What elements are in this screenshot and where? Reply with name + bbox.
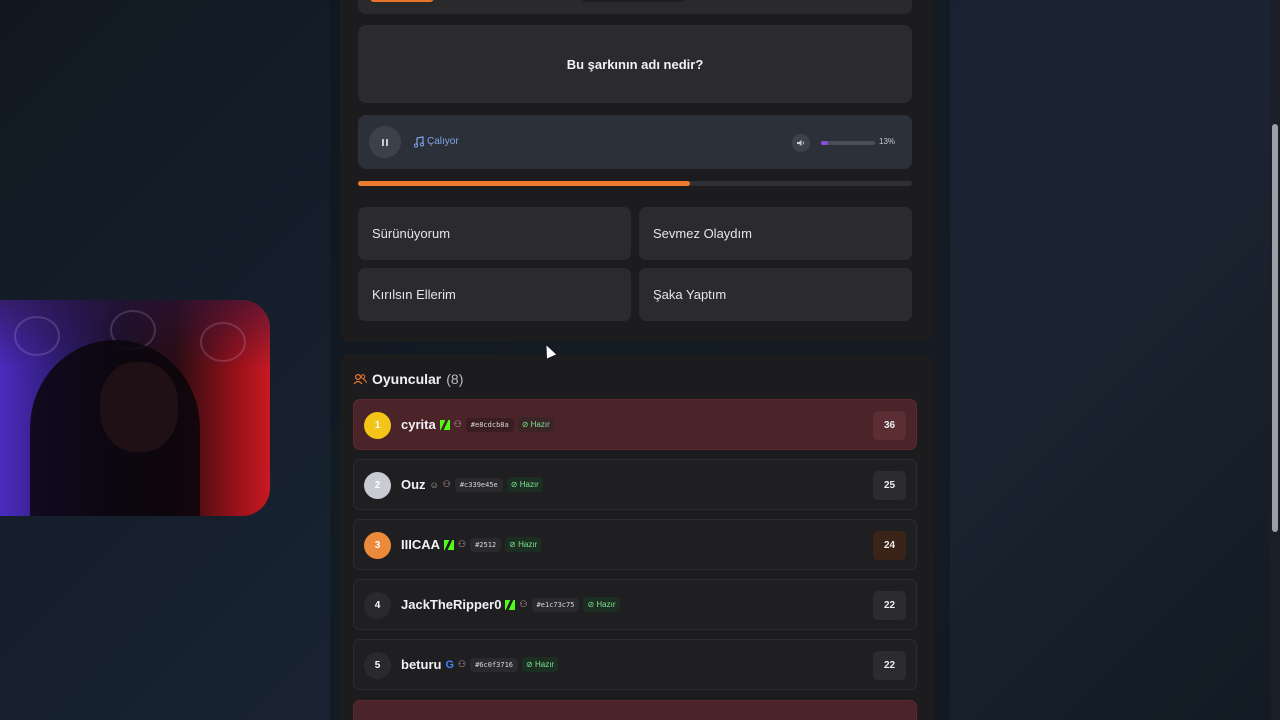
user-tag-icon: ⚇ [453,419,462,429]
question-text: Bu şarkının adı nedir? [566,56,704,72]
kick-icon [505,599,516,610]
playing-status: Çalıyor [427,136,459,147]
answer-label: Kırılsın Ellerim [372,287,456,302]
google-icon: G [445,658,455,671]
ready-badge: ⊘ Hazır [505,537,542,552]
answer-label: Sevmez Olaydım [653,226,752,241]
music-note-icon [414,136,424,148]
ready-badge: ⊘ Hazır [522,657,559,672]
answer-option-1[interactable]: Sürünüyorum [358,207,631,260]
rank-badge: 5 [364,652,391,679]
rank-badge: 1 [364,412,391,439]
answer-option-3[interactable]: Kırılsın Ellerim [358,268,631,321]
webcam-art-face [14,316,60,356]
kick-icon [444,539,454,550]
webcam-overlay [0,300,270,516]
check-circle-icon: ⊘ [509,540,519,549]
webcam-person-head [100,362,178,452]
check-circle-icon: ⊘ [526,660,535,669]
ready-label: Hazır [519,480,539,489]
player-tag: #2512 [470,537,502,552]
player-tag: #e1c73c75 [531,597,580,612]
header-accent-pill [370,0,434,2]
player-score: 24 [873,531,906,560]
players-header: Oyuncular (8) [353,371,463,387]
rank-number: 3 [374,540,381,551]
answer-option-2[interactable]: Sevmez Olaydım [639,207,912,260]
answer-label: Sürünüyorum [372,226,451,241]
player-name-group: cyrita ⚇ #e8cdcb8a ⊘ Hazır [401,417,554,432]
player-tag: #6c0f3716 [470,657,519,672]
player-row-partial [353,700,917,720]
rank-number: 2 [374,480,381,491]
song-progress-fill [358,181,691,186]
player-score: 22 [873,591,906,620]
players-title: Oyuncular [372,371,442,387]
song-progress-bar [358,181,912,186]
user-icon: ☺ [429,479,439,490]
answer-label: Şaka Yaptım [653,287,727,302]
answer-option-4[interactable]: Şaka Yaptım [639,268,912,321]
ready-label: Hazır [534,660,555,669]
header-gray-pill [582,0,684,2]
ready-badge: ⊘ Hazır [506,477,543,492]
ready-badge: ⊘ Hazır [517,417,554,432]
check-circle-icon: ⊘ [510,480,520,489]
rank-badge: 4 [364,592,391,619]
volume-percentage: 13% [879,137,896,146]
scrollbar-thumb[interactable] [1272,124,1278,532]
player-tag: #c339e45e [454,477,503,492]
check-circle-icon: ⊘ [521,420,531,429]
player-name: Ouz [401,477,426,492]
rank-badge: 2 [364,472,391,499]
player-score: 25 [873,471,906,500]
user-tag-icon: ⚇ [519,599,528,609]
question-box: Bu şarkının adı nedir? [358,25,912,103]
player-name-group: beturu G ⚇ #6c0f3716 ⊘ Hazır [401,657,559,672]
users-icon [353,373,367,385]
pause-button[interactable] [369,126,401,158]
player-name: JackTheRipper0 [401,597,502,612]
player-score: 22 [873,651,906,680]
player-row: 5 beturu G ⚇ #6c0f3716 ⊘ Hazır 22 [353,639,917,690]
player-name-group: IIICAA ⚇ #2512 ⊘ Hazır [401,537,542,552]
volume-icon [797,140,804,146]
volume-button[interactable] [792,134,810,152]
player-tag: #e8cdcb8a [465,417,514,432]
ready-label: Hazır [596,600,616,609]
player-row: 2 Ouz ☺ ⚇ #c339e45e ⊘ Hazır 25 [353,459,917,510]
quiz-header-strip [358,0,912,14]
rank-badge: 3 [364,532,391,559]
volume-slider-fill [821,141,829,145]
user-tag-icon: ⚇ [458,539,467,549]
players-count: (8) [446,371,464,387]
player-name: cyrita [401,417,436,432]
player-row: 1 cyrita ⚇ #e8cdcb8a ⊘ Hazır 36 [353,399,917,450]
user-tag-icon: ⚇ [442,479,451,489]
player-row: 3 IIICAA ⚇ #2512 ⊘ Hazır 24 [353,519,917,570]
volume-slider[interactable] [821,141,875,145]
ready-badge: ⊘ Hazır [583,597,620,612]
ready-label: Hazır [518,540,538,549]
user-tag-icon: ⚇ [458,659,467,669]
player-name-group: Ouz ☺ ⚇ #c339e45e ⊘ Hazır [401,477,543,492]
player-row: 4 JackTheRipper0 ⚇ #e1c73c75 ⊘ Hazır 22 [353,579,917,630]
rank-number: 1 [374,420,381,431]
player-name: beturu [401,657,442,672]
rank-number: 5 [374,660,381,671]
rank-number: 4 [374,600,381,611]
kick-icon [439,419,450,430]
player-name: IIICAA [401,537,440,552]
ready-label: Hazır [530,420,550,429]
player-score: 36 [873,411,906,440]
player-name-group: JackTheRipper0 ⚇ #e1c73c75 ⊘ Hazır [401,597,620,612]
pause-icon [382,138,388,146]
audio-player: Çalıyor 13% [358,115,912,169]
webcam-art-face [200,322,246,362]
